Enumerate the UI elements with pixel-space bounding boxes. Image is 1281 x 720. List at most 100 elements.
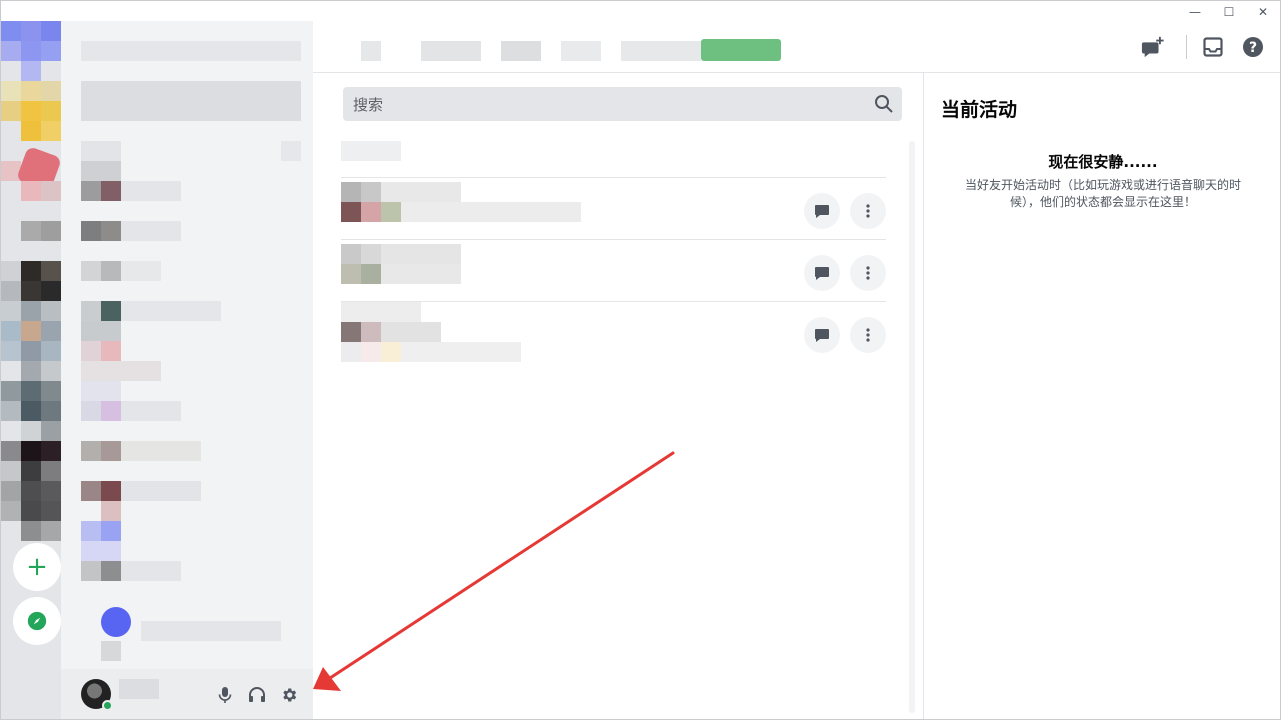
server-icon[interactable] [41,361,61,381]
dm-list-item[interactable] [121,181,181,201]
header-tab[interactable] [421,41,481,61]
server-icon[interactable] [41,21,61,41]
header-tab[interactable] [361,41,381,61]
server-icon[interactable] [1,481,21,501]
server-icon[interactable] [21,361,41,381]
dm-list-item[interactable] [81,141,121,161]
server-icon[interactable] [21,521,41,541]
server-icon[interactable] [41,481,61,501]
server-icon[interactable] [1,381,21,401]
dm-list-item[interactable] [121,401,181,421]
header-tab[interactable] [501,41,541,61]
new-group-dm-button[interactable] [1141,35,1165,59]
server-icon[interactable] [21,441,41,461]
dm-list-item[interactable] [141,621,281,641]
server-icon[interactable] [21,61,41,81]
server-icon[interactable] [21,401,41,421]
dm-list-item[interactable] [121,561,181,581]
more-button[interactable] [850,317,886,353]
server-icon[interactable] [1,101,21,121]
server-icon[interactable] [1,301,21,321]
user-avatar[interactable] [81,679,113,711]
dm-list-item[interactable] [121,441,201,461]
dm-list-item[interactable] [281,141,301,161]
friends-nav-item[interactable] [81,81,301,121]
server-icon[interactable] [1,441,21,461]
message-button[interactable] [804,193,840,229]
server-icon[interactable] [21,381,41,401]
header-tab[interactable] [561,41,601,61]
server-icon[interactable] [41,301,61,321]
dm-list-item[interactable] [121,301,221,321]
explore-servers-button[interactable] [13,597,61,645]
server-icon[interactable] [21,501,41,521]
dm-list-item[interactable] [81,161,121,181]
server-icon[interactable] [1,261,21,281]
server-icon[interactable] [21,261,41,281]
server-icon[interactable] [21,41,41,61]
server-icon[interactable] [21,101,41,121]
server-icon[interactable] [41,401,61,421]
message-button[interactable] [804,317,840,353]
dm-list-item[interactable] [121,481,201,501]
server-icon[interactable] [41,181,61,201]
server-icon[interactable] [21,221,41,241]
server-icon[interactable] [1,21,21,41]
maximize-button[interactable]: ☐ [1212,1,1246,23]
server-icon[interactable] [21,461,41,481]
help-button[interactable]: ? [1241,35,1265,59]
dm-list-item[interactable] [81,361,161,381]
server-icon[interactable] [1,461,21,481]
server-icon[interactable] [21,21,41,41]
server-icon[interactable] [21,181,41,201]
mute-button[interactable] [215,685,235,705]
server-icon[interactable] [21,281,41,301]
deafen-button[interactable] [247,685,267,705]
server-icon[interactable] [41,341,61,361]
server-icon[interactable] [1,41,21,61]
close-button[interactable]: ✕ [1246,1,1280,23]
dm-list-item[interactable] [121,261,161,281]
server-icon[interactable] [41,461,61,481]
user-settings-button[interactable] [279,685,299,705]
friend-row[interactable] [341,301,886,363]
more-button[interactable] [850,255,886,291]
dm-list-item[interactable] [121,221,181,241]
server-icon[interactable] [21,301,41,321]
server-icon[interactable] [1,281,21,301]
server-icon[interactable] [41,501,61,521]
server-icon[interactable] [41,321,61,341]
server-icon[interactable] [21,81,41,101]
server-icon[interactable] [1,321,21,341]
server-icon[interactable] [41,521,61,541]
server-icon[interactable] [1,341,21,361]
message-button[interactable] [804,255,840,291]
more-button[interactable] [850,193,886,229]
header-tab[interactable] [621,41,701,61]
server-icon[interactable] [21,121,41,141]
server-icon[interactable] [21,321,41,341]
server-icon[interactable] [41,421,61,441]
server-icon[interactable] [41,101,61,121]
server-icon[interactable] [21,481,41,501]
server-icon[interactable] [41,281,61,301]
server-icon[interactable] [41,41,61,61]
add-friend-button[interactable] [701,39,781,61]
friend-row[interactable] [341,177,886,239]
server-icon[interactable] [21,341,41,361]
server-icon[interactable] [1,501,21,521]
minimize-button[interactable]: — [1178,1,1212,23]
server-icon[interactable] [41,121,61,141]
server-icon[interactable] [41,81,61,101]
friend-row[interactable] [341,239,886,301]
server-icon[interactable] [41,441,61,461]
server-icon[interactable] [1,401,21,421]
add-server-button[interactable]: + [13,543,61,591]
server-icon[interactable] [1,81,21,101]
server-icon[interactable] [41,261,61,281]
server-icon[interactable] [41,381,61,401]
friends-list-scrollbar[interactable] [909,141,915,713]
server-icon[interactable] [41,221,61,241]
server-icon[interactable] [21,421,41,441]
dm-search-button[interactable] [81,41,301,61]
